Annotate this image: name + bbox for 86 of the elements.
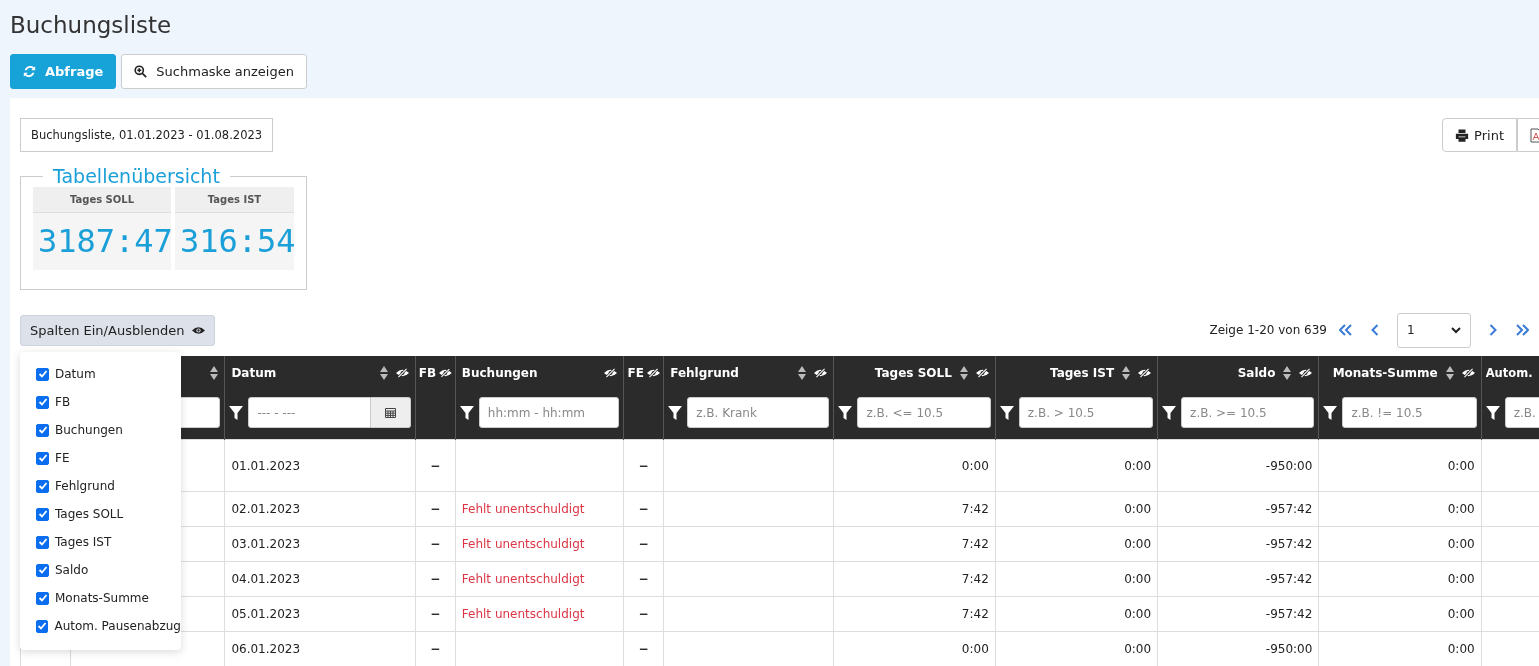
column-header[interactable]: Monats-Summe z.B. != 10.5 xyxy=(1318,356,1482,440)
filter-field[interactable]: z.B. Krank xyxy=(687,397,830,428)
column-header[interactable]: Tages SOLL z.B. <= 10.5 xyxy=(834,356,996,440)
table-cell: Fehlt unentschuldigt xyxy=(461,572,585,586)
stat-value: 316:54 xyxy=(179,221,294,262)
column-header[interactable]: FB xyxy=(415,356,456,440)
filter-field[interactable]: z.B. > 10.5 xyxy=(1018,397,1154,428)
table-cell: 0:00 xyxy=(1124,537,1152,551)
filter-field[interactable]: z.B. xyxy=(1504,397,1539,428)
table-cell: − xyxy=(430,572,441,586)
table-cell: -950:00 xyxy=(1265,642,1313,656)
table-cell: − xyxy=(430,537,441,551)
table-cell: 0:00 xyxy=(1124,458,1152,473)
column-header[interactable]: FE xyxy=(623,356,664,440)
table-cell: 0:00 xyxy=(1447,502,1475,516)
filter-field[interactable]: z.B. != 10.5 xyxy=(1342,397,1477,428)
table-cell: − xyxy=(430,642,441,656)
stat-value: 3187:47 xyxy=(37,221,171,262)
table-cell: -957:42 xyxy=(1265,572,1313,586)
page-select[interactable]: 1 xyxy=(1397,312,1471,348)
stat-label: Tages SOLL xyxy=(33,187,171,213)
column-header[interactable]: Saldo z.B. >= 10.5 xyxy=(1157,356,1319,440)
table-cell: 0:00 xyxy=(961,458,989,473)
column-option[interactable]: Buchungen xyxy=(36,416,181,444)
table-cell: -957:42 xyxy=(1265,537,1313,551)
action-button[interactable]: Suchmaske anzeigen xyxy=(121,54,307,89)
filter-field[interactable]: z.B. <= 10.5 xyxy=(857,397,991,428)
table-cell: − xyxy=(638,458,649,473)
table-cell: 7:42 xyxy=(961,502,989,516)
column-header[interactable]: Tages IST z.B. > 10.5 xyxy=(995,356,1158,440)
filter-field[interactable]: hh:mm - hh:mm xyxy=(478,397,620,428)
table-cell: 01.01.2023 xyxy=(231,458,301,473)
report-label: Buchungsliste, 01.01.2023 - 01.08.2023 xyxy=(20,118,274,152)
table-cell: − xyxy=(430,502,441,516)
table-cell: 0:00 xyxy=(1447,642,1475,656)
stat-label: Tages IST xyxy=(175,187,294,213)
table-cell: 7:42 xyxy=(961,537,989,551)
table-cell: 0:00 xyxy=(1124,642,1152,656)
table-cell: − xyxy=(638,537,649,551)
column-header[interactable]: Fehlgrund z.B. Krank xyxy=(663,356,834,440)
column-option[interactable]: Fehlgrund xyxy=(36,472,181,500)
table-cell: 0:00 xyxy=(1447,572,1475,586)
table-cell: Fehlt unentschuldigt xyxy=(461,537,585,551)
table-cell: 0:00 xyxy=(961,642,989,656)
table-cell: − xyxy=(638,502,649,516)
column-header[interactable]: Datum --- - --- xyxy=(224,356,416,440)
column-option[interactable]: Saldo xyxy=(36,556,181,584)
table-cell: Fehlt unentschuldigt xyxy=(461,607,585,621)
table-cell: − xyxy=(430,458,441,473)
table-cell: − xyxy=(638,642,649,656)
column-option[interactable]: Tages SOLL xyxy=(36,500,181,528)
table-cell: 0:00 xyxy=(1447,458,1475,473)
table-cell: 02.01.2023 xyxy=(231,502,301,516)
filter-field[interactable]: z.B. >= 10.5 xyxy=(1181,397,1315,428)
column-option[interactable]: Datum xyxy=(36,360,181,388)
column-header[interactable]: Buchungen hh:mm - hh:mm xyxy=(455,356,624,440)
table-cell: 06.01.2023 xyxy=(231,642,301,656)
table-cell: 0:00 xyxy=(1447,537,1475,551)
table-cell: -957:42 xyxy=(1265,607,1313,621)
date-filter-field[interactable]: --- - --- xyxy=(248,397,371,428)
table-cell: − xyxy=(638,607,649,621)
table-cell: − xyxy=(430,607,441,621)
overview-title: Tabellenübersicht xyxy=(52,165,221,187)
table-cell: -957:42 xyxy=(1265,502,1313,516)
table-cell: 0:00 xyxy=(1447,607,1475,621)
table-cell: 7:42 xyxy=(961,607,989,621)
column-option[interactable]: FE xyxy=(36,444,181,472)
table-cell: 03.01.2023 xyxy=(231,537,301,551)
table-cell: 04.01.2023 xyxy=(231,572,301,586)
column-option[interactable]: Tages IST xyxy=(36,528,181,556)
table-cell: Fehlt unentschuldigt xyxy=(461,502,585,516)
print-button[interactable]: Print xyxy=(1442,118,1517,152)
table-cell: 05.01.2023 xyxy=(231,607,301,621)
table-cell: -950:00 xyxy=(1265,458,1313,473)
table-cell: 0:00 xyxy=(1124,607,1152,621)
table-cell: 0:00 xyxy=(1124,572,1152,586)
table-cell: 7:42 xyxy=(961,572,989,586)
column-option[interactable]: Autom. Pausenabzug xyxy=(36,612,181,640)
column-header[interactable]: Autom. z.B. xyxy=(1481,356,1539,440)
column-option[interactable]: FB xyxy=(36,388,181,416)
column-toggle-button[interactable]: Spalten Ein/Ausblenden xyxy=(20,314,215,346)
column-option[interactable]: Monats-Summe xyxy=(36,584,181,612)
table-cell: 0:00 xyxy=(1124,502,1152,516)
pagination-info: Zeige 1-20 von 639 xyxy=(1209,323,1327,337)
table-cell: − xyxy=(638,572,649,586)
page-title: Buchungsliste xyxy=(9,11,173,40)
